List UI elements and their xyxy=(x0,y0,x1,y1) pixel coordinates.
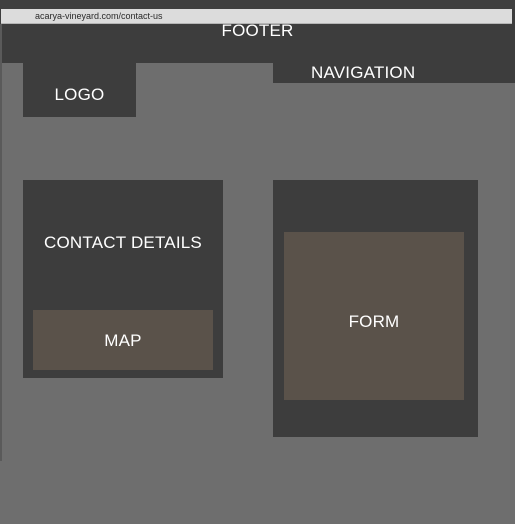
form-section: FORM xyxy=(273,180,478,437)
footer-label: FOOTER xyxy=(221,21,294,40)
map-label: MAP xyxy=(104,331,142,350)
logo-placeholder[interactable]: LOGO xyxy=(23,61,136,117)
form-label: FORM xyxy=(348,312,400,331)
navigation-bar[interactable]: NAVIGATION xyxy=(273,61,515,83)
page-left-edge xyxy=(0,24,2,461)
contact-details-label: CONTACT DETAILS xyxy=(44,233,202,252)
navigation-label: NAVIGATION xyxy=(311,63,416,82)
map-placeholder[interactable]: MAP xyxy=(33,310,213,370)
form-placeholder[interactable]: FORM xyxy=(284,232,464,400)
contact-details-section: CONTACT DETAILS MAP xyxy=(23,180,223,378)
logo-label: LOGO xyxy=(54,85,105,104)
wireframe-page: acarya-vineyard.com/contact-us LOGO NAVI… xyxy=(0,0,515,524)
browser-top-strip xyxy=(0,0,515,9)
